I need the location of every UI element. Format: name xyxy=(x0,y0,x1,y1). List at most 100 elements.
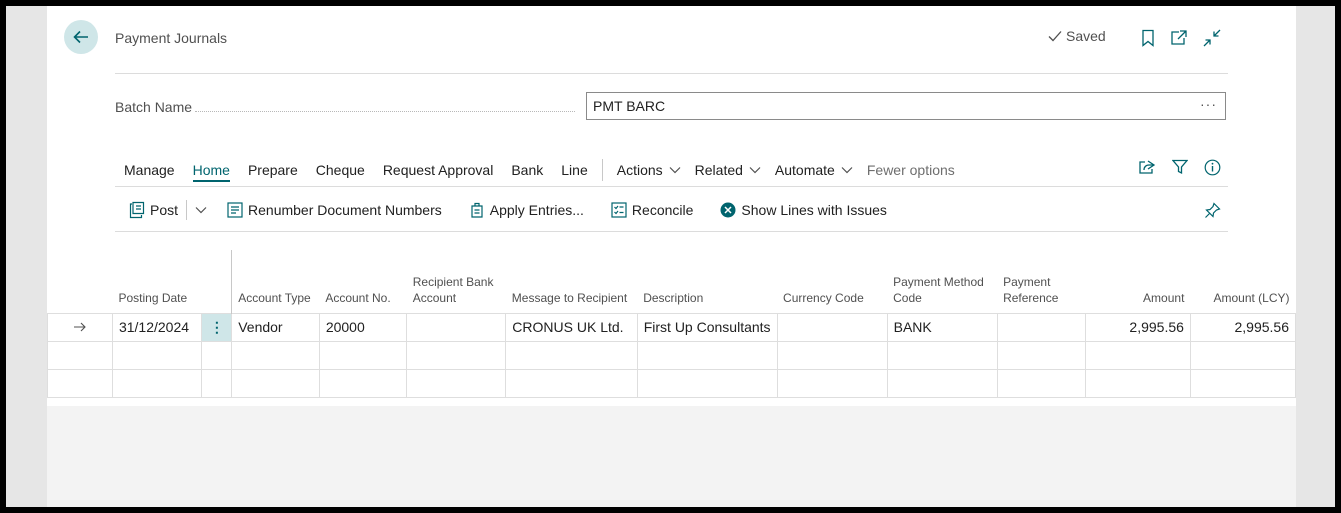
cell-posting-date[interactable]: 31/12/2024 xyxy=(111,312,203,342)
cell-empty[interactable] xyxy=(996,340,1086,370)
share-icon xyxy=(1139,160,1156,174)
column-header-message-to-recipient[interactable]: Message to Recipient xyxy=(506,250,637,313)
journal-card: Payment Journals Saved Batch Name PMT BA… xyxy=(47,6,1297,406)
row-menu-button[interactable]: ⋮ xyxy=(201,312,233,342)
cell-empty[interactable] xyxy=(505,368,638,398)
menu-actions[interactable]: Actions xyxy=(617,162,681,178)
current-row-indicator xyxy=(47,312,113,342)
pin-action-bar-button[interactable] xyxy=(1202,200,1222,220)
renumber-document-numbers-button[interactable]: Renumber Document Numbers xyxy=(227,202,442,218)
cell-empty[interactable] xyxy=(111,340,203,370)
tab-cheque[interactable]: Cheque xyxy=(316,162,365,178)
table-row[interactable]: 31/12/2024 ⋮ Vendor 20000 CRONUS UK Ltd.… xyxy=(47,312,1297,342)
cell-payment-method-code[interactable]: BANK xyxy=(886,312,998,342)
cell-empty[interactable] xyxy=(201,340,233,370)
cell-amount-lcy[interactable]: 2,995.56 xyxy=(1189,312,1297,342)
column-header-amount[interactable]: Amount xyxy=(1085,250,1190,313)
tab-request-approval[interactable]: Request Approval xyxy=(383,162,494,178)
menu-automate[interactable]: Automate xyxy=(775,162,853,178)
column-header-account-no[interactable]: Account No. xyxy=(319,250,406,313)
toolbar-divider-top xyxy=(115,186,1228,187)
cell-payment-reference[interactable] xyxy=(996,312,1086,342)
bookmark-button[interactable] xyxy=(1138,28,1158,48)
post-button[interactable]: Post xyxy=(129,201,178,219)
action-bar: Post Renumber Document Numbers Apply Ent… xyxy=(129,200,914,220)
open-in-new-window-icon xyxy=(1171,30,1187,45)
cell-empty[interactable] xyxy=(318,368,408,398)
cell-empty[interactable] xyxy=(636,368,778,398)
apply-entries-button[interactable]: Apply Entries... xyxy=(469,202,584,218)
cell-empty[interactable] xyxy=(1084,368,1191,398)
column-header-currency-code[interactable]: Currency Code xyxy=(777,250,887,313)
tab-line[interactable]: Line xyxy=(561,162,587,178)
journal-lines-grid: Posting Date Account Type Account No. Re… xyxy=(47,250,1297,398)
saved-status: Saved xyxy=(1048,28,1106,44)
column-header-description[interactable]: Description xyxy=(637,250,777,313)
column-header-payment-reference[interactable]: Payment Reference xyxy=(997,250,1085,313)
reconcile-icon xyxy=(611,202,627,218)
cell-currency-code[interactable] xyxy=(776,312,888,342)
cell-empty[interactable] xyxy=(886,340,998,370)
cell-recipient-bank-account[interactable] xyxy=(406,312,507,342)
column-header-amount-lcy[interactable]: Amount (LCY) xyxy=(1190,250,1295,313)
cell-empty[interactable] xyxy=(776,368,888,398)
app-frame: Payment Journals Saved Batch Name PMT BA… xyxy=(6,6,1335,507)
filter-button[interactable] xyxy=(1170,157,1190,177)
column-header-recipient-bank-account[interactable]: Recipient Bank Account xyxy=(407,250,506,313)
cell-empty[interactable] xyxy=(505,340,638,370)
tab-manage[interactable]: Manage xyxy=(124,162,175,178)
back-button[interactable] xyxy=(64,20,98,54)
cell-empty[interactable] xyxy=(231,340,320,370)
cell-empty[interactable] xyxy=(406,368,507,398)
cell-empty[interactable] xyxy=(231,368,320,398)
fewer-options-link[interactable]: Fewer options xyxy=(867,162,955,178)
menu-related-label: Related xyxy=(694,162,743,178)
cell-empty[interactable] xyxy=(636,340,778,370)
tab-prepare[interactable]: Prepare xyxy=(248,162,298,178)
chevron-down-icon xyxy=(841,167,853,174)
cell-empty[interactable] xyxy=(111,368,203,398)
open-new-window-button[interactable] xyxy=(1169,28,1189,48)
toolbar-divider-bottom xyxy=(115,231,1228,232)
cell-empty[interactable] xyxy=(406,340,507,370)
cell-empty[interactable] xyxy=(318,340,408,370)
tab-bank[interactable]: Bank xyxy=(511,162,543,178)
column-header-account-type[interactable]: Account Type xyxy=(231,250,320,313)
post-dropdown-button[interactable] xyxy=(195,206,207,214)
reconcile-label: Reconcile xyxy=(631,202,694,218)
table-row[interactable] xyxy=(47,340,1297,370)
collapse-button[interactable] xyxy=(1202,28,1222,48)
cell-empty[interactable] xyxy=(776,340,888,370)
cell-empty[interactable] xyxy=(886,368,998,398)
page-title: Payment Journals xyxy=(115,30,228,46)
reconcile-button[interactable]: Reconcile xyxy=(611,202,693,218)
apply-entries-label: Apply Entries... xyxy=(489,202,584,218)
row-indicator xyxy=(47,340,113,370)
menu-automate-label: Automate xyxy=(774,162,835,178)
share-button[interactable] xyxy=(1137,157,1157,177)
column-header-posting-date[interactable]: Posting Date xyxy=(112,250,201,313)
cell-empty[interactable] xyxy=(1189,368,1297,398)
table-row[interactable] xyxy=(47,368,1297,398)
cell-empty[interactable] xyxy=(1189,340,1297,370)
cell-message-to-recipient[interactable]: CRONUS UK Ltd. xyxy=(505,312,638,342)
cell-account-no[interactable]: 20000 xyxy=(318,312,408,342)
cell-account-type[interactable]: Vendor xyxy=(231,312,320,342)
cell-description[interactable]: First Up Consultants xyxy=(636,312,778,342)
tab-home[interactable]: Home xyxy=(192,162,230,182)
batch-name-field[interactable]: PMT BARC ··· xyxy=(586,92,1226,120)
cell-empty[interactable] xyxy=(201,368,233,398)
batch-lookup-more-icon[interactable]: ··· xyxy=(1200,96,1217,112)
menu-related[interactable]: Related xyxy=(695,162,761,178)
info-button[interactable] xyxy=(1202,157,1222,177)
saved-label: Saved xyxy=(1066,28,1106,44)
tab-separator xyxy=(601,159,603,181)
cell-amount[interactable]: 2,995.56 xyxy=(1084,312,1191,342)
show-lines-with-issues-button[interactable]: Show Lines with Issues xyxy=(720,202,887,218)
bookmark-icon xyxy=(1142,29,1154,47)
batch-name-value: PMT BARC xyxy=(593,98,666,114)
cell-empty[interactable] xyxy=(1084,340,1191,370)
post-split-divider xyxy=(186,200,188,220)
column-header-payment-method-code[interactable]: Payment Method Code xyxy=(887,250,997,313)
cell-empty[interactable] xyxy=(996,368,1086,398)
